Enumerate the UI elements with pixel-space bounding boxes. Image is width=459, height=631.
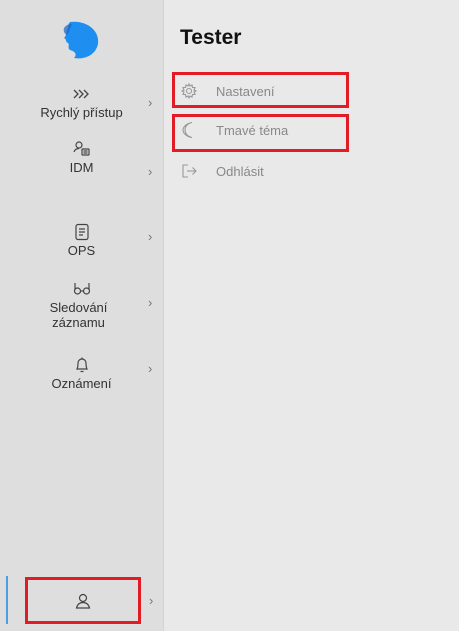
- sidebar-item-rychly-pristup[interactable]: Rychlý přístup: [0, 85, 163, 120]
- menu-item-label: Tmavé téma: [216, 122, 289, 138]
- sidebar-item-label: OPS: [67, 243, 96, 258]
- active-indicator: [6, 576, 8, 624]
- menu-item-nastaveni[interactable]: Nastavení: [180, 78, 275, 104]
- chevron-right-icon[interactable]: ›: [148, 230, 152, 243]
- menu-item-tmave-tema[interactable]: Tmavé téma: [180, 117, 288, 143]
- sidebar-item-label: Oznámení: [51, 376, 112, 391]
- menu-item-label: Odhlásit: [216, 163, 264, 179]
- sidebar-item-sledovani-zaznamu[interactable]: Sledování záznamu: [0, 280, 163, 330]
- sidebar-item-oznameni[interactable]: Oznámení: [0, 356, 163, 391]
- logout-icon: [180, 162, 198, 180]
- chevron-right-icon[interactable]: ›: [148, 362, 152, 375]
- fast-forward-icon: [72, 85, 92, 103]
- user-button[interactable]: [25, 577, 141, 624]
- sidebar-item-ops[interactable]: OPS: [0, 223, 163, 258]
- moon-icon: [180, 121, 198, 139]
- glasses-icon: [72, 280, 92, 298]
- chevron-right-icon[interactable]: ›: [148, 96, 152, 109]
- document-icon: [74, 223, 90, 241]
- logo-icon: [63, 21, 99, 59]
- user-card-icon: [72, 140, 91, 158]
- sidebar-item-label: IDM: [69, 160, 94, 175]
- chevron-right-icon[interactable]: ›: [149, 593, 153, 608]
- menu-item-label: Nastavení: [216, 83, 275, 99]
- menu-item-odhlasit[interactable]: Odhlásit: [180, 158, 264, 184]
- chevron-right-icon[interactable]: ›: [148, 296, 152, 309]
- bell-icon: [74, 356, 90, 374]
- sidebar: Rychlý přístup › IDM › OPS › Sledování z…: [0, 0, 164, 631]
- sidebar-item-label: Rychlý přístup: [40, 105, 123, 120]
- sidebar-item-idm[interactable]: IDM: [0, 140, 163, 175]
- chevron-right-icon[interactable]: ›: [148, 165, 152, 178]
- gear-icon: [180, 82, 198, 100]
- sidebar-item-label: Sledování záznamu: [49, 300, 108, 330]
- page-title: Tester: [180, 26, 242, 49]
- user-icon: [75, 593, 91, 609]
